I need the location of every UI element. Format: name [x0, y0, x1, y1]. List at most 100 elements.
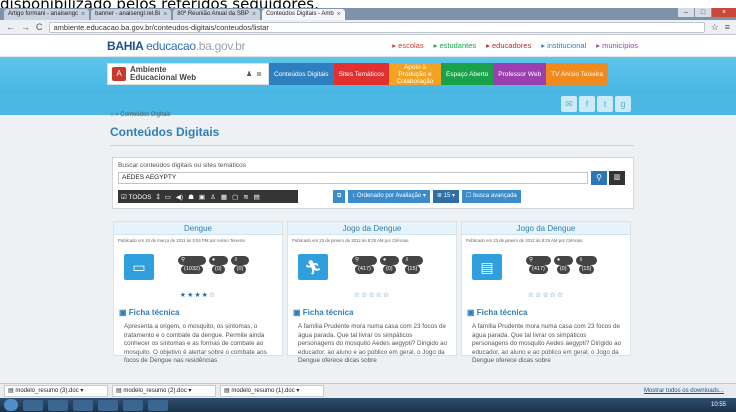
- logo-domain: .ba.gov.br: [195, 38, 246, 53]
- content-card: Dengue Publicado em 10 de março de 2011 …: [113, 221, 283, 364]
- show-all-downloads-link[interactable]: Mostrar todos os downloads...: [644, 388, 724, 394]
- menu-espaco-aberto[interactable]: Espaço Aberto: [440, 63, 494, 85]
- browser-tab[interactable]: Artigo formani - anaisengc ×: [4, 9, 90, 20]
- link-estudantes[interactable]: ▸ estudantes: [434, 41, 477, 50]
- twitter-icon[interactable]: t: [597, 96, 613, 112]
- filter-software-icon[interactable]: ▢: [232, 193, 238, 201]
- bahia-educacao-logo[interactable]: BAHIA educacao.ba.gov.br: [107, 38, 246, 53]
- filter-experiment-icon[interactable]: ♙: [210, 193, 216, 201]
- menu-apoio-producao[interactable]: Apoio à Produção e Colaboração: [388, 63, 441, 85]
- card-stats: ⚲ (417) ● (0) ⇩ (15): [526, 256, 598, 274]
- home-icon[interactable]: ⌂: [110, 112, 114, 118]
- sort-dropdown[interactable]: ↕ Ordenado por Avaliação ▾: [348, 190, 430, 203]
- type-filter-bar: ☑ TODOS ⁑ ▭ ◀) ☗ ▣ ♙ ▦ ▢ ≋ ▤: [118, 190, 298, 203]
- card-meta: Publicado em 23 de janeiro de 2012 às 8:…: [466, 238, 583, 243]
- taskbar-app[interactable]: [123, 399, 143, 411]
- browser-tab-active[interactable]: Conteúdos Digitais - Amb ×: [261, 9, 345, 20]
- views-badge: ⚲ (417): [352, 256, 377, 274]
- url-input[interactable]: ambiente.educacao.ba.gov.br/conteudos-di…: [48, 21, 705, 33]
- downloads-badge: ⇩ (0): [230, 256, 250, 274]
- user-icon[interactable]: ♟ ≣: [246, 70, 262, 78]
- browser-tab-bar: Artigo formani - anaisengc × banner - ana…: [0, 8, 736, 20]
- download-item[interactable]: ▤ modelo_resumo (2).doc ▾: [112, 385, 216, 397]
- google-plus-icon[interactable]: g: [615, 96, 631, 112]
- taskbar-app[interactable]: [48, 399, 68, 411]
- link-educadores[interactable]: ▸ educadores: [486, 41, 531, 50]
- filter-layers-icon[interactable]: ≋: [243, 193, 248, 201]
- back-icon[interactable]: ←: [6, 22, 15, 32]
- maximize-icon[interactable]: □: [695, 8, 711, 17]
- windows-taskbar: 10:55: [0, 398, 736, 412]
- filter-map-icon[interactable]: ▦: [221, 193, 227, 201]
- ficha-tecnica-link[interactable]: ▣ Ficha técnica: [293, 308, 353, 317]
- title-divider: [110, 145, 634, 146]
- browser-tab[interactable]: 80º Reunião Anual da SBP ×: [173, 9, 260, 20]
- filter-animation-icon[interactable]: ⁑: [157, 193, 160, 201]
- breadcrumb-current[interactable]: » Conteúdos Digitais: [115, 112, 170, 118]
- download-item[interactable]: ▤ modelo_resumo (3).doc ▾: [4, 385, 108, 397]
- card-description: Apresenta a origem, o mosquito, os sinto…: [124, 323, 267, 364]
- search-panel: Buscar conteúdos digitais ou sites temát…: [112, 157, 634, 209]
- menu-sites-tematicos[interactable]: Sites Temáticos: [333, 63, 389, 85]
- link-municipios[interactable]: ▸ municípios: [596, 41, 638, 50]
- taskbar-app[interactable]: [148, 399, 168, 411]
- start-button[interactable]: [4, 399, 18, 411]
- close-icon[interactable]: ×: [252, 9, 256, 20]
- per-page-dropdown[interactable]: ≣ 15 ▾: [432, 190, 460, 203]
- rating-stars[interactable]: ☆☆☆☆☆: [462, 291, 630, 299]
- facebook-icon[interactable]: f: [579, 96, 595, 112]
- document-icon[interactable]: ▤: [472, 254, 502, 280]
- card-meta: Publicado em 23 de janeiro de 2012 às 8:…: [292, 238, 409, 243]
- browser-tab[interactable]: banner - anaisengl.rel.Bi ×: [91, 9, 172, 20]
- search-input[interactable]: AEDES AEGYPTY: [118, 172, 588, 184]
- link-escolas[interactable]: ▸ escolas: [392, 41, 423, 50]
- system-clock[interactable]: 10:55: [711, 402, 726, 408]
- menu-conteudos-digitais[interactable]: Conteúdos Digitais: [269, 63, 334, 85]
- main-menu: Conteúdos Digitais Sites Temáticos Apoio…: [269, 63, 609, 85]
- rating-stars[interactable]: ★★★★☆: [114, 291, 282, 299]
- close-icon[interactable]: ×: [81, 9, 85, 20]
- menu-icon[interactable]: ≡: [725, 22, 730, 32]
- email-icon[interactable]: ✉: [561, 96, 577, 112]
- content-card: Jogo da Dengue Publicado em 23 de janeir…: [461, 221, 631, 364]
- window-close-icon[interactable]: ×: [712, 8, 736, 17]
- download-item[interactable]: ▤ modelo_resumo (1).doc ▾: [220, 385, 324, 397]
- forward-icon[interactable]: →: [21, 22, 30, 32]
- taskbar-app[interactable]: [73, 399, 93, 411]
- sort-controls: ⧉ ↕ Ordenado por Avaliação ▾ ≣ 15 ▾ ☐ bu…: [333, 190, 521, 203]
- close-icon[interactable]: ×: [163, 9, 167, 20]
- copy-icon[interactable]: ⧉: [333, 190, 346, 203]
- reload-icon[interactable]: C: [36, 22, 43, 32]
- card-title[interactable]: Jogo da Dengue: [462, 222, 630, 235]
- brand-text: Ambiente Educacional Web: [130, 65, 197, 82]
- clear-button[interactable]: ▥: [609, 171, 625, 185]
- taskbar-app[interactable]: [23, 399, 43, 411]
- social-links: ✉ f t g: [561, 96, 631, 112]
- downloads-bar: ▤ modelo_resumo (3).doc ▾ ▤ modelo_resum…: [0, 383, 736, 398]
- filter-image-icon[interactable]: ▣: [199, 193, 205, 201]
- bookmark-star-icon[interactable]: ☆: [711, 22, 719, 33]
- close-icon[interactable]: ×: [337, 9, 341, 20]
- filter-group-icon[interactable]: ☗: [188, 193, 194, 201]
- advanced-search-button[interactable]: ☐ busca avançada: [462, 190, 521, 203]
- link-institucional[interactable]: ▸ institucional: [541, 41, 586, 50]
- filter-audio-icon[interactable]: ◀): [176, 193, 183, 201]
- card-title[interactable]: Dengue: [114, 222, 282, 235]
- taskbar-app[interactable]: [98, 399, 118, 411]
- menu-tv-anisio-teixeira[interactable]: TV Anísio Teixeira: [546, 63, 609, 85]
- ambiente-educacional-logo[interactable]: A Ambiente Educacional Web ♟ ≣: [107, 63, 269, 85]
- filter-document-icon[interactable]: ▤: [254, 193, 260, 201]
- running-person-icon[interactable]: 🏃︎: [298, 254, 328, 280]
- card-description: A família Prudente mora numa casa com 23…: [472, 323, 622, 364]
- comments-badge: ● (0): [379, 256, 399, 274]
- filter-video-icon[interactable]: ▭: [165, 193, 171, 201]
- menu-professor-web[interactable]: Professor Web: [493, 63, 547, 85]
- minimize-icon[interactable]: –: [678, 8, 694, 17]
- card-title[interactable]: Jogo da Dengue: [288, 222, 456, 235]
- search-button[interactable]: ⚲: [591, 171, 607, 185]
- ficha-tecnica-link[interactable]: ▣ Ficha técnica: [119, 308, 179, 317]
- filter-all[interactable]: ☑ TODOS: [121, 193, 152, 201]
- ficha-tecnica-link[interactable]: ▣ Ficha técnica: [467, 308, 527, 317]
- monitor-icon[interactable]: ▭: [124, 254, 154, 280]
- rating-stars[interactable]: ☆☆☆☆☆: [288, 291, 456, 299]
